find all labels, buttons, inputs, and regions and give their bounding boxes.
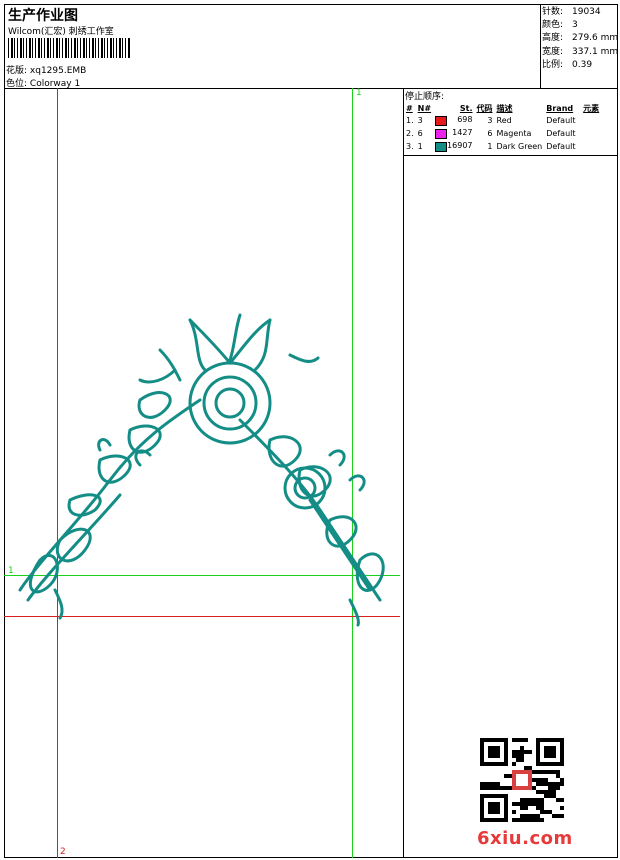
stats-divider — [540, 4, 541, 88]
header-divider — [4, 88, 618, 89]
watermark-logo: 6xiu.com — [477, 828, 573, 849]
color-swatch — [435, 116, 448, 126]
red-guide-label-bottom: 2 — [60, 847, 66, 857]
green-guide-label-top: 1 — [356, 88, 362, 98]
design-name: 花版: xq1295.EMB — [6, 66, 87, 76]
stats-panel: 针数: 19034 颜色: 3 高度: 279.6 mm 宽度: 337.1 mm 比例… — [542, 6, 618, 72]
stat-colors: 颜色: 3 — [542, 20, 578, 31]
studio-subtitle: Wilcom(汇宏) 刺绣工作室 — [8, 27, 114, 37]
color-table: # N# St. 代码 描述 Brand 元素 1. 3 698 3 Red D… — [404, 102, 601, 153]
document-title: 生产作业图 — [8, 8, 78, 24]
color-swatch — [435, 142, 448, 152]
table-row: 2. 6 1427 6 Magenta Default — [406, 128, 576, 139]
panel-divider — [403, 88, 404, 858]
color-swatch — [435, 129, 448, 139]
embroidery-design — [18, 313, 385, 627]
color-table-header: # N# St. 代码 描述 Brand 元素 — [406, 103, 600, 113]
barcode — [8, 38, 130, 58]
qr-code — [480, 738, 564, 822]
stat-scale: 比例: 0.39 — [542, 59, 593, 70]
table-divider — [403, 155, 618, 156]
stat-stitches: 针数: 19034 — [542, 7, 601, 17]
stop-sequence-title: 停止顺序: — [405, 92, 445, 102]
stat-height: 高度: 279.6 mm — [542, 33, 619, 44]
table-row: 1. 3 698 3 Red Default — [406, 115, 576, 126]
stat-width: 宽度: 337.1 mm — [542, 46, 619, 57]
table-row: 3. 1 16907 1 Dark Green Default — [406, 141, 576, 152]
